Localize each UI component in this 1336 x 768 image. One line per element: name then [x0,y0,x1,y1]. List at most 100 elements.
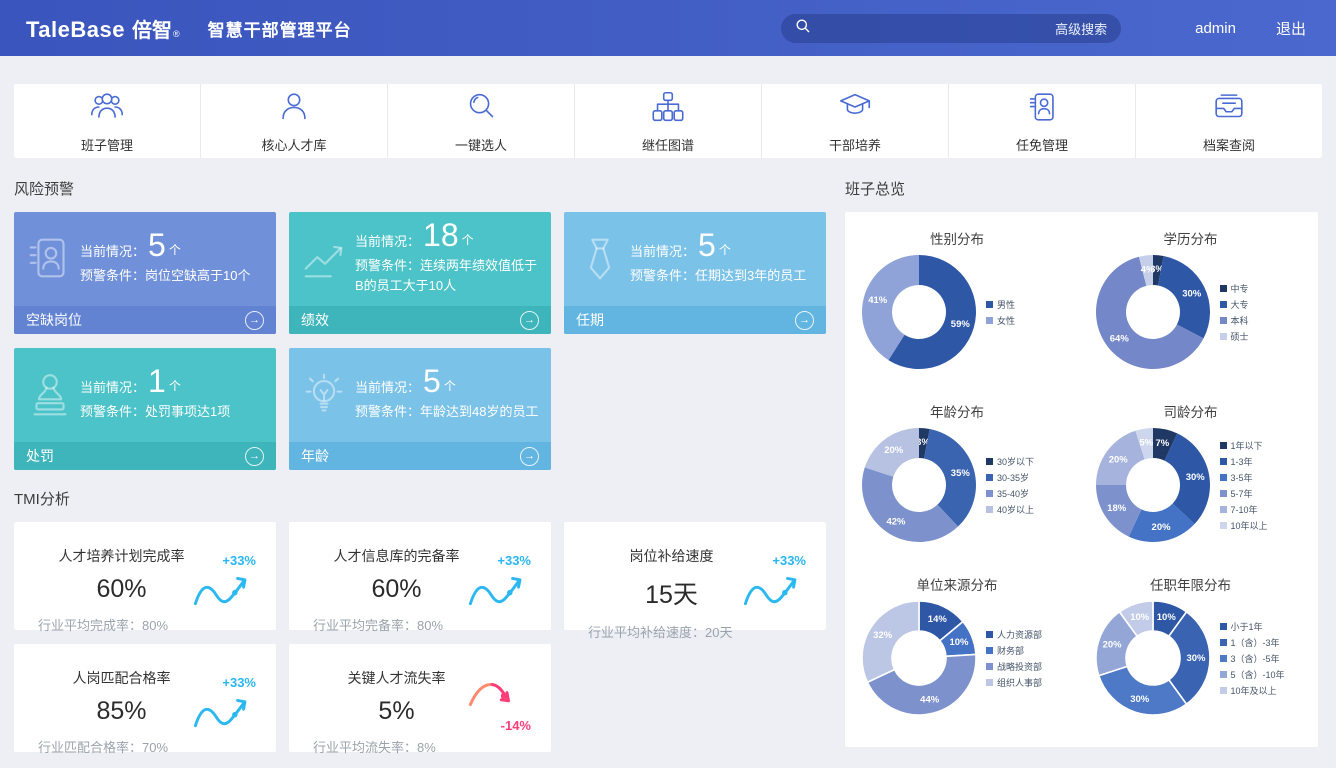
risk-card-performance[interactable]: 当前情况： 18 个 预警条件：连续两年绩效值低于B的员工大于10人 绩效 → [289,212,551,334]
slice-value-label: 4% [1140,264,1154,275]
current-label: 当前情况： [80,241,145,260]
legend-item: 男性 [986,298,1015,311]
person-icon [275,88,313,131]
arrow-button[interactable]: → [795,311,814,330]
arrow-button[interactable]: → [520,311,539,330]
legend-swatch [1220,490,1227,497]
arrow-button[interactable]: → [520,447,539,466]
legend-swatch [1220,333,1227,340]
tmi-card-info-completeness: 人才信息库的完备率 60% 行业平均完备率：80% +33% [289,522,551,630]
chart-legend: 男性女性 [986,298,1015,327]
legend-item: 女性 [986,314,1015,327]
app-title: 智慧干部管理平台 [208,16,352,41]
nav-item-archive-view[interactable]: 档案查阅 [1136,84,1322,158]
team-overview-panel: 性别分布 59%41% 男性女性 学历分布 3%30%64%4% 中专大专本科硕… [845,212,1318,747]
legend-label: 小于1年 [1231,620,1263,633]
tmi-industry-benchmark: 行业平均完成率：80% [38,615,276,634]
slice-value-label: 41% [868,295,888,306]
nav-item-succession-map[interactable]: 继任图谱 [575,84,762,158]
risk-count: 5 [423,368,441,395]
legend-swatch [1220,655,1227,662]
chart-legend: 中专大专本科硕士 [1220,282,1249,343]
nav-item-appointment-mgmt[interactable]: 任免管理 [949,84,1136,158]
legend-item: 组织人事部 [986,676,1042,689]
risk-card-vacancy[interactable]: 当前情况： 5 个 预警条件：岗位空缺高于10个 空缺岗位 → [14,212,276,334]
trend-value: -14% [465,719,531,732]
risk-card-footer: 任期 → [564,306,826,334]
tmi-card-match-rate: 人岗匹配合格率 85% 行业匹配合格率：70% +33% [14,644,276,752]
condition-text: 岗位空缺高于10个 [145,268,250,283]
legend-item: 7-10年 [1220,503,1268,516]
search-icon [795,18,811,39]
legend-swatch [1220,301,1227,308]
condition-label: 预警条件： [630,268,695,283]
username-link[interactable]: admin [1195,20,1236,37]
legend-label: 10年以上 [1231,519,1268,532]
legend-label: 1年以下 [1231,439,1263,452]
legend-label: 女性 [997,314,1015,327]
tmi-card-grid: 人才培养计划完成率 60% 行业平均完成率：80% +33% 人才信息库的完备率… [14,522,826,752]
risk-count: 1 [148,368,166,395]
chart-title: 单位来源分布 [893,574,1021,594]
risk-unit: 个 [462,231,474,248]
trend-up-graphic: +33% [190,676,256,738]
advanced-search-link[interactable]: 高级搜索 [1055,19,1107,38]
current-label: 当前情况： [355,231,420,250]
slice-value-label: 30% [1186,653,1206,664]
team-icon [88,88,126,131]
legend-item: 3-5年 [1220,471,1268,484]
chart-title: 学历分布 [1127,228,1255,248]
legend-swatch [1220,639,1227,646]
legend-item: 1（含）-3年 [1220,636,1285,649]
chart-title: 性别分布 [893,228,1021,248]
nav-item-team-mgmt[interactable]: 班子管理 [14,84,201,158]
trend-chart-icon [295,232,355,286]
legend-item: 中专 [1220,282,1249,295]
archive-icon [1210,88,1248,131]
search-bar[interactable]: 高级搜索 [781,14,1121,43]
arrow-button[interactable]: → [245,311,264,330]
trend-up-graphic: +33% [465,554,531,616]
tmi-industry-benchmark: 行业平均流失率：8% [313,737,551,756]
slice-value-label: 59% [951,319,971,330]
legend-item: 40岁以上 [986,503,1034,516]
legend-label: 组织人事部 [997,676,1042,689]
nav-item-cadre-training[interactable]: 干部培养 [762,84,949,158]
slice-value-label: 7% [1155,438,1169,449]
main-nav: 班子管理 核心人才库 一键选人 [14,84,1322,158]
search-input[interactable] [819,20,1047,37]
legend-item: 10年以上 [1220,519,1268,532]
risk-card-tenure[interactable]: 当前情况： 5 个 预警条件：任期达到3年的员工 任期 → [564,212,826,334]
trend-up-graphic: +33% [190,554,256,616]
chart-legend: 人力资源部财务部战略投资部组织人事部 [986,628,1042,689]
arrow-button[interactable]: → [245,447,264,466]
slice-value-label: 5% [1139,438,1153,449]
nav-label: 档案查阅 [1203,135,1255,154]
current-label: 当前情况： [80,377,145,396]
donut-chart: 14%10%44%32% [857,596,981,720]
condition-label: 预警条件： [355,258,420,273]
nav-item-quick-select[interactable]: 一键选人 [388,84,575,158]
condition-label: 预警条件： [80,404,145,419]
risk-count: 5 [148,232,166,259]
legend-item: 大专 [1220,298,1249,311]
chart-gender: 性别分布 59% 41% 男性女性 [851,222,1085,395]
brand-logo[interactable]: TaleBase 倍智 ® [26,14,180,43]
graduation-cap-icon [836,88,874,131]
risk-card-grid: 当前情况： 5 个 预警条件：岗位空缺高于10个 空缺岗位 → [14,212,826,470]
nav-label: 任免管理 [1016,135,1068,154]
legend-swatch [986,631,993,638]
legend-label: 30岁以下 [997,455,1034,468]
condition-label: 预警条件： [355,404,420,419]
nav-label: 干部培养 [829,135,881,154]
wave-up-icon [740,567,804,611]
wave-up-icon [190,567,254,611]
nav-item-talent-pool[interactable]: 核心人才库 [201,84,388,158]
risk-card-punishment[interactable]: 当前情况： 1 个 预警条件：处罚事项达1项 处罚 → [14,348,276,470]
logout-link[interactable]: 退出 [1276,18,1306,39]
risk-unit: 个 [169,241,181,258]
chart-company-tenure: 司龄分布 7%30%20%18%20%5% 1年以下1-3年3-5年5-7年7-… [1085,395,1319,568]
risk-card-age[interactable]: 当前情况： 5 个 预警条件：年龄达到48岁的员工 年龄 → [289,348,551,470]
trend-up-graphic: +33% [740,554,806,616]
legend-item: 30岁以下 [986,455,1034,468]
